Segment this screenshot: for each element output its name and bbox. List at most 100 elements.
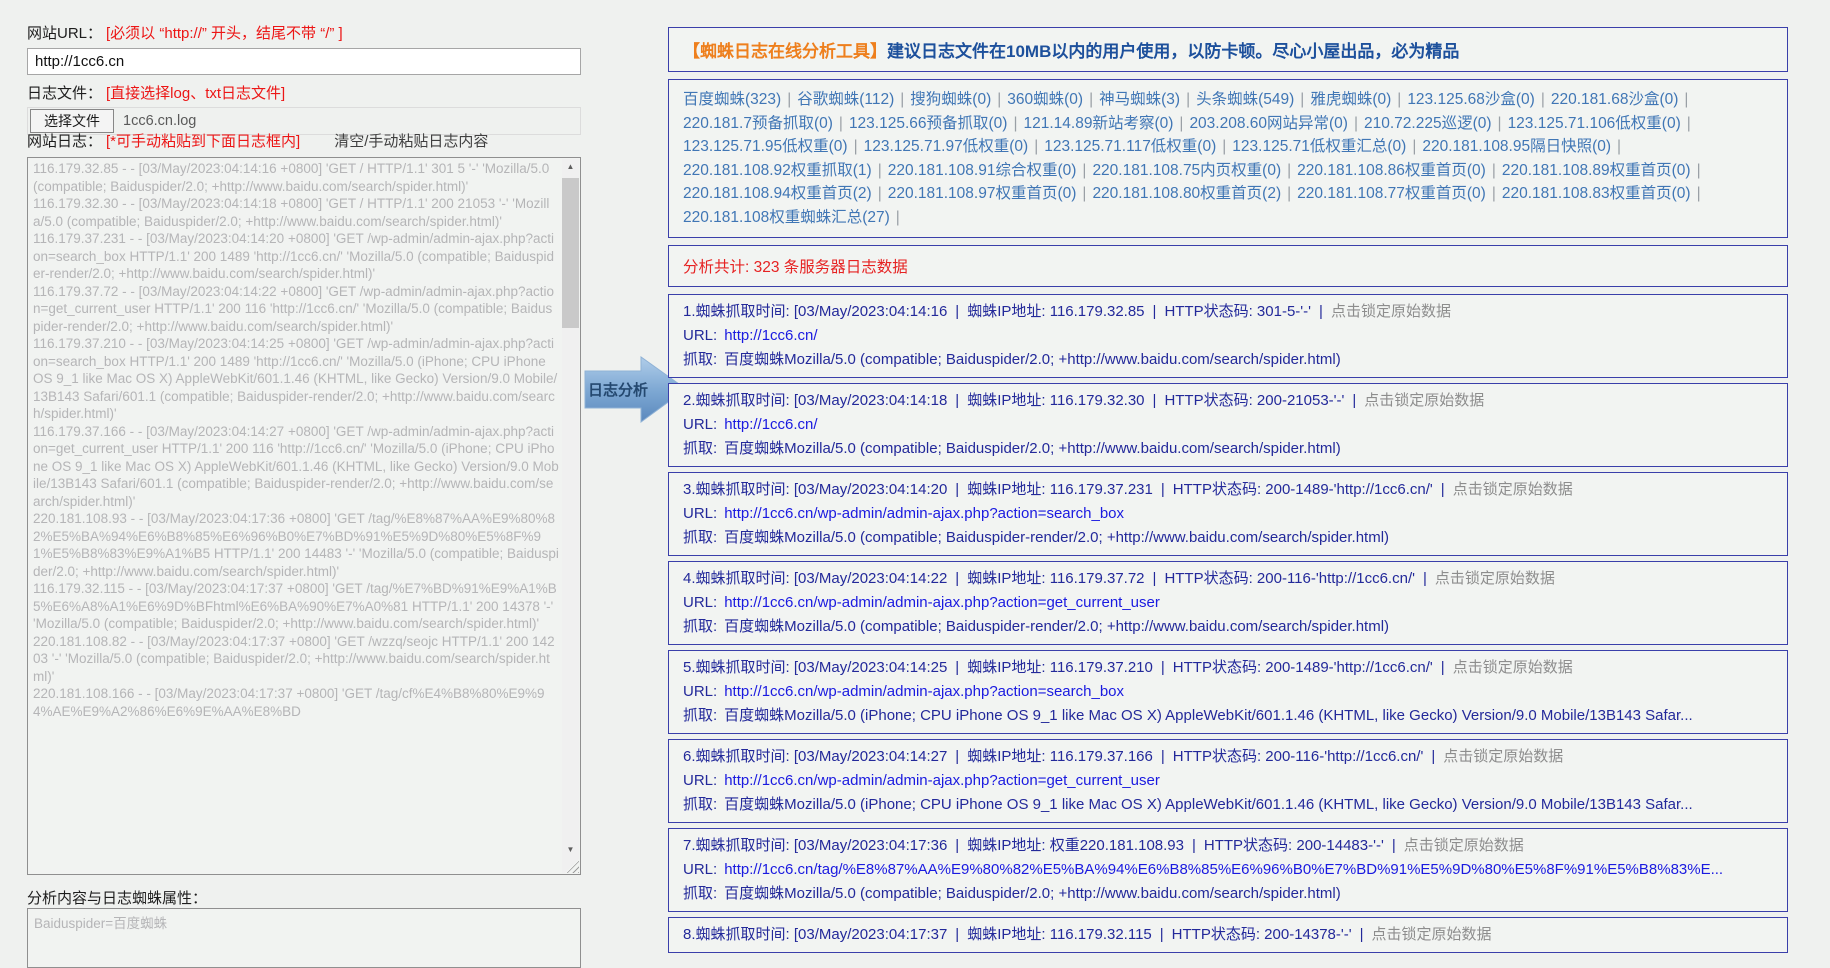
- separator: |: [955, 926, 959, 943]
- separator: |: [1687, 115, 1691, 132]
- scroll-down-icon[interactable]: ▼: [562, 842, 579, 858]
- separator: |: [1153, 303, 1157, 320]
- entry-url-link[interactable]: http://1cc6.cn/: [724, 327, 817, 344]
- stat-item-link[interactable]: 220.181.7预备抓取(0): [683, 115, 833, 132]
- stat-item-link[interactable]: 203.208.60网站异常(0): [1189, 115, 1348, 132]
- log-entry: 8.蜘蛛抓取时间: [03/May/2023:04:17:37|蜘蛛IP地址: …: [668, 917, 1788, 953]
- entry-url-link[interactable]: http://1cc6.cn/tag/%E8%87%AA%E9%80%82%E5…: [724, 861, 1723, 878]
- stat-item-link[interactable]: 210.72.225巡逻(0): [1364, 115, 1492, 132]
- entry-url-link[interactable]: http://1cc6.cn/wp-admin/admin-ajax.php?a…: [724, 594, 1160, 611]
- separator: |: [955, 748, 959, 765]
- selected-file-name: 1cc6.cn.log: [123, 113, 196, 129]
- stat-item-link[interactable]: 123.125.71.95低权重(0): [683, 138, 848, 155]
- stat-item-link[interactable]: 220.181.108.95隔日快照(0): [1422, 138, 1611, 155]
- log-entry: 2.蜘蛛抓取时间: [03/May/2023:04:14:18|蜘蛛IP地址: …: [668, 383, 1788, 467]
- separator: |: [787, 91, 791, 108]
- stat-item-link[interactable]: 雅虎蜘蛛(0): [1310, 91, 1391, 108]
- stat-item-link[interactable]: 123.125.71.97低权重(0): [864, 138, 1029, 155]
- stat-item-link[interactable]: 123.125.71低权重汇总(0): [1232, 138, 1406, 155]
- stat-item-link[interactable]: 谷歌蜘蛛(112): [797, 91, 894, 108]
- scrollbar-thumb[interactable]: [562, 178, 579, 328]
- separator: |: [854, 138, 858, 155]
- stat-item-link[interactable]: 123.125.68沙盒(0): [1407, 91, 1535, 108]
- lock-raw-data-link[interactable]: 点击锁定原始数据: [1443, 748, 1563, 765]
- stat-item-link[interactable]: 220.181.108.75内页权重(0): [1092, 162, 1281, 179]
- stat-item-link[interactable]: 220.181.108.80权重首页(2): [1092, 185, 1281, 202]
- stat-item-link[interactable]: 220.181.108.86权重首页(0): [1297, 162, 1486, 179]
- separator: |: [1287, 162, 1291, 179]
- clear-paste-link[interactable]: 清空/手动粘贴日志内容: [334, 133, 488, 150]
- stat-item-link[interactable]: 搜狗蜘蛛(0): [910, 91, 991, 108]
- entry-url-link[interactable]: http://1cc6.cn/wp-admin/admin-ajax.php?a…: [724, 505, 1124, 522]
- entry-meta: 5.蜘蛛抓取时间: [03/May/2023:04:14:25|蜘蛛IP地址: …: [683, 659, 1433, 676]
- entry-url-line: URL:http://1cc6.cn/tag/%E8%87%AA%E9%80%8…: [683, 858, 1773, 882]
- separator: |: [1697, 162, 1701, 179]
- separator: |: [1300, 91, 1304, 108]
- separator: |: [1034, 138, 1038, 155]
- lock-raw-data-link[interactable]: 点击锁定原始数据: [1404, 837, 1524, 854]
- website-url-input[interactable]: [27, 48, 581, 75]
- entry-ua-line: 抓取:百度蜘蛛Mozilla/5.0 (compatible; Baiduspi…: [683, 615, 1773, 639]
- entry-url-label: URL:: [683, 327, 717, 344]
- stat-item-link[interactable]: 220.181.108.94权重首页(2): [683, 185, 872, 202]
- attr-label: 分析内容与日志蜘蛛属性：: [27, 890, 207, 907]
- entries-list: 1.蜘蛛抓取时间: [03/May/2023:04:14:16|蜘蛛IP地址: …: [668, 294, 1788, 953]
- separator: |: [1360, 926, 1364, 943]
- entry-ua-line: 抓取:百度蜘蛛Mozilla/5.0 (compatible; Baiduspi…: [683, 348, 1773, 372]
- stat-item-link[interactable]: 123.125.66预备抓取(0): [849, 115, 1008, 132]
- separator: |: [1082, 185, 1086, 202]
- lock-raw-data-link[interactable]: 点击锁定原始数据: [1364, 392, 1484, 409]
- stat-item-link[interactable]: 220.181.108.97权重首页(0): [888, 185, 1077, 202]
- file-hint: [直接选择log、txt日志文件]: [106, 85, 285, 102]
- stat-item-link[interactable]: 百度蜘蛛(323): [683, 91, 781, 108]
- entry-meta-line: 2.蜘蛛抓取时间: [03/May/2023:04:14:18|蜘蛛IP地址: …: [683, 389, 1773, 413]
- stat-item-link[interactable]: 220.181.68沙盒(0): [1551, 91, 1679, 108]
- analysis-results-panel: 【蜘蛛日志在线分析工具】建议日志文件在10MB以内的用户使用，以防卡顿。尽心小屋…: [668, 27, 1788, 958]
- log-entry: 4.蜘蛛抓取时间: [03/May/2023:04:14:22|蜘蛛IP地址: …: [668, 561, 1788, 645]
- stat-item-link[interactable]: 神马蜘蛛(3): [1099, 91, 1180, 108]
- lock-raw-data-link[interactable]: 点击锁定原始数据: [1453, 659, 1573, 676]
- spider-attr-textarea[interactable]: Baiduspider=百度蜘蛛: [27, 908, 581, 968]
- log-scrollbar[interactable]: ▲ ▼: [562, 159, 579, 873]
- entry-ua-line: 抓取:百度蜘蛛Mozilla/5.0 (compatible; Baiduspi…: [683, 882, 1773, 906]
- log-textarea[interactable]: 116.179.32.85 - - [03/May/2023:04:14:16 …: [27, 157, 581, 875]
- entry-url-label: URL:: [683, 416, 717, 433]
- stat-item-link[interactable]: 220.181.108.83权重首页(0): [1502, 185, 1691, 202]
- separator: |: [1161, 659, 1165, 676]
- stat-item-link[interactable]: 220.181.108.92权重抓取(1): [683, 162, 872, 179]
- separator: |: [1287, 185, 1291, 202]
- stat-item-link[interactable]: 123.125.71.117低权重(0): [1044, 138, 1216, 155]
- lock-raw-data-link[interactable]: 点击锁定原始数据: [1372, 926, 1492, 943]
- entry-meta: 6.蜘蛛抓取时间: [03/May/2023:04:14:27|蜘蛛IP地址: …: [683, 748, 1423, 765]
- separator: |: [1697, 185, 1701, 202]
- stat-item-link[interactable]: 220.181.108.91综合权重(0): [888, 162, 1077, 179]
- separator: |: [900, 91, 904, 108]
- entry-meta: 1.蜘蛛抓取时间: [03/May/2023:04:14:16|蜘蛛IP地址: …: [683, 303, 1311, 320]
- separator: |: [1431, 748, 1435, 765]
- stat-item-link[interactable]: 220.181.108权重蜘蛛汇总(27): [683, 209, 890, 226]
- stat-item-link[interactable]: 220.181.108.77权重首页(0): [1297, 185, 1486, 202]
- stat-item-link[interactable]: 220.181.108.89权重首页(0): [1502, 162, 1691, 179]
- log-entry: 5.蜘蛛抓取时间: [03/May/2023:04:14:25|蜘蛛IP地址: …: [668, 650, 1788, 734]
- entry-url-link[interactable]: http://1cc6.cn/: [724, 416, 817, 433]
- log-content: 116.179.32.85 - - [03/May/2023:04:14:16 …: [33, 160, 559, 872]
- separator: |: [1617, 138, 1621, 155]
- separator: |: [1161, 481, 1165, 498]
- tool-subtitle: 建议日志文件在10MB以内的用户使用，以防卡顿。尽心小屋出品，必为精品: [887, 42, 1459, 61]
- log-label-row: 网站日志：[*可手动粘贴到下面日志框内]清空/手动粘贴日志内容: [27, 130, 488, 151]
- separator: |: [1153, 570, 1157, 587]
- stat-item-link[interactable]: 121.14.89新站考察(0): [1024, 115, 1174, 132]
- entry-ua-label: 抓取:: [683, 351, 717, 368]
- entry-url-link[interactable]: http://1cc6.cn/wp-admin/admin-ajax.php?a…: [724, 772, 1160, 789]
- stat-item-link[interactable]: 360蜘蛛(0): [1007, 91, 1083, 108]
- log-entry: 1.蜘蛛抓取时间: [03/May/2023:04:14:16|蜘蛛IP地址: …: [668, 294, 1788, 378]
- lock-raw-data-link[interactable]: 点击锁定原始数据: [1453, 481, 1573, 498]
- entry-url-link[interactable]: http://1cc6.cn/wp-admin/admin-ajax.php?a…: [724, 683, 1124, 700]
- lock-raw-data-link[interactable]: 点击锁定原始数据: [1435, 570, 1555, 587]
- url-label-row: 网站URL：[必须以 “http://” 开头，结尾不带 “/” ]: [27, 22, 343, 43]
- stat-item-link[interactable]: 头条蜘蛛(549): [1196, 91, 1294, 108]
- lock-raw-data-link[interactable]: 点击锁定原始数据: [1331, 303, 1451, 320]
- scroll-up-icon[interactable]: ▲: [562, 159, 579, 175]
- stat-item-link[interactable]: 123.125.71.106低权重(0): [1508, 115, 1681, 132]
- entry-ua-line: 抓取:百度蜘蛛Mozilla/5.0 (compatible; Baiduspi…: [683, 526, 1773, 550]
